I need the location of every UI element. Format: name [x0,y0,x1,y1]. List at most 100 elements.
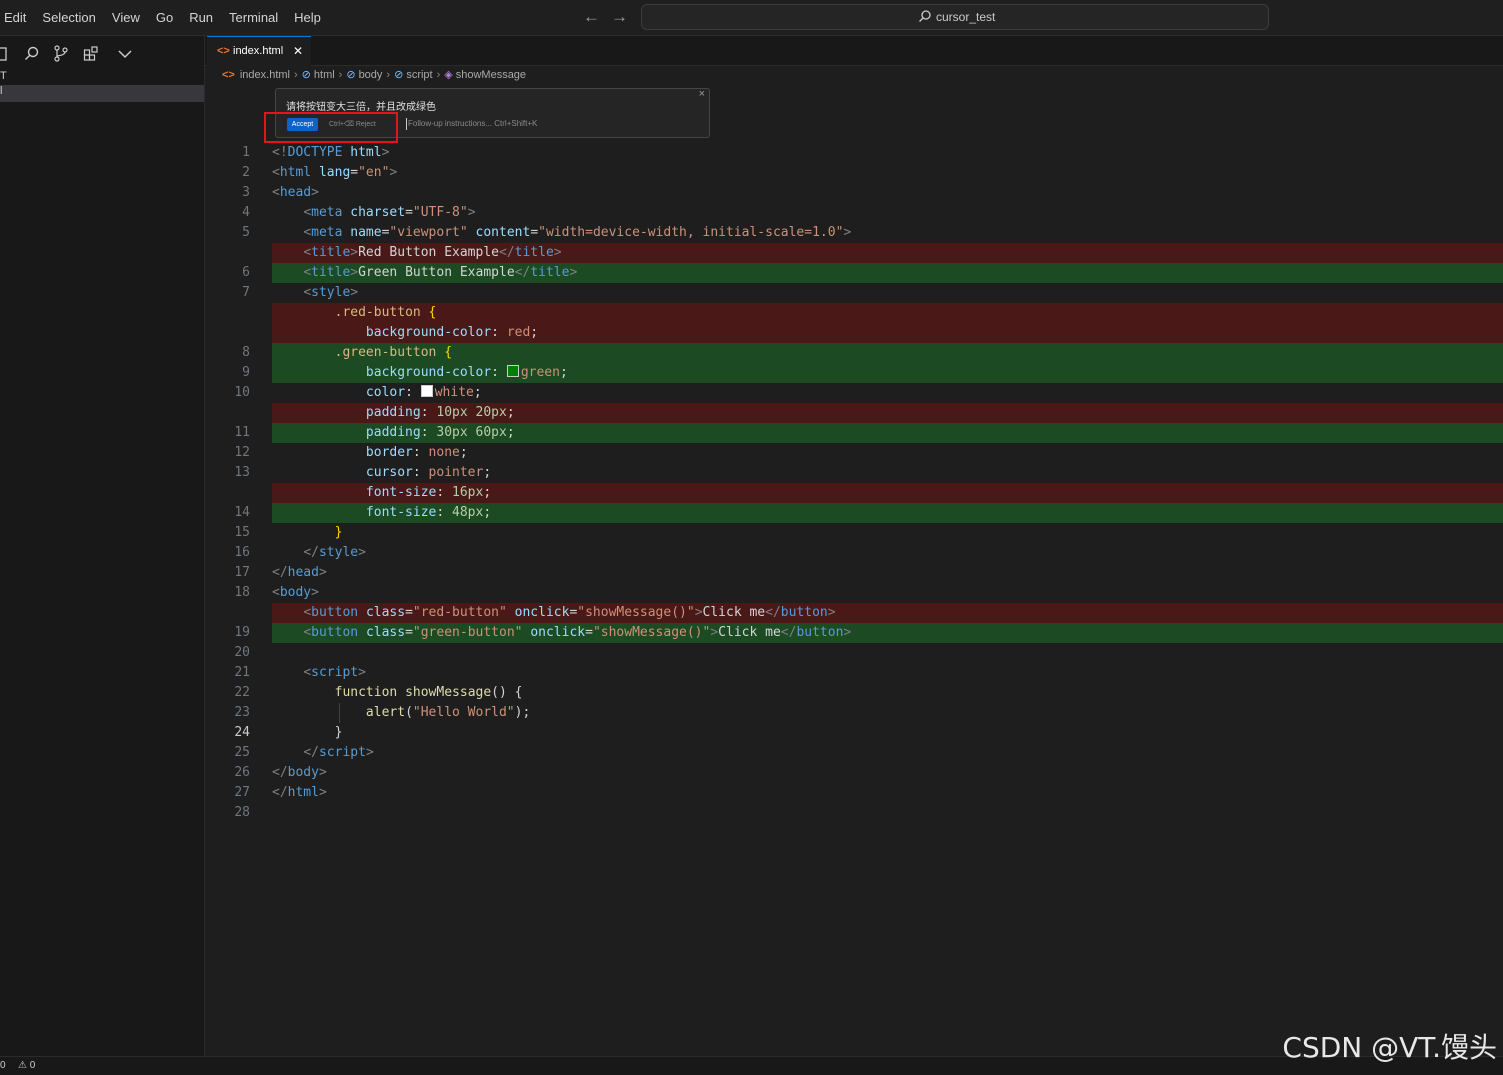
code-line[interactable]: 28 [205,803,1503,823]
code-line[interactable]: 20 [205,643,1503,663]
line-number: 2 [242,165,250,180]
diff-added-line[interactable]: 19 <button class="green-button" onclick=… [205,623,1503,643]
line-text: font-size: 48px; [272,503,1503,523]
line-number: 13 [234,465,250,480]
line-text: } [272,725,343,740]
breadcrumb-item-body[interactable]: body [359,69,383,81]
breadcrumb-item-file[interactable]: index.html [240,69,290,81]
sidebar-item[interactable]: T [0,70,7,82]
line-text: <html lang="en"> [272,165,398,180]
line-number: 20 [234,645,250,660]
line-number: 6 [242,265,250,280]
editor-tabs: <> index.html ✕ [205,36,1503,67]
extensions-icon[interactable] [83,45,100,63]
followup-input[interactable]: Follow-up instructions... Ctrl+Shift+K [406,118,537,130]
menu-terminal[interactable]: Terminal [229,10,278,25]
diff-removed-line[interactable]: <title>Red Button Example</title> [205,243,1503,263]
source-control-icon[interactable] [53,45,69,63]
line-number: 21 [234,665,250,680]
code-line[interactable]: 17 </head> [205,563,1503,583]
files-icon[interactable] [0,45,10,63]
diff-added-line[interactable]: 14 font-size: 48px; [205,503,1503,523]
command-center-search[interactable]: cursor_test [641,4,1269,30]
line-text: <title>Red Button Example</title> [272,243,1503,263]
code-line[interactable]: 10 color: white; [205,383,1503,403]
line-text: </style> [303,545,366,560]
chevron-down-icon[interactable] [117,45,133,63]
close-icon[interactable]: ✕ [293,44,303,58]
line-text: .red-button { [272,303,1503,323]
code-line[interactable]: 5 <meta name="viewport" content="width=d… [205,223,1503,243]
menu-go[interactable]: Go [156,10,173,25]
close-icon[interactable]: × [699,88,705,100]
back-arrow-icon[interactable]: ← [583,7,600,27]
code-line[interactable]: 4 <meta charset="UTF-8"> [205,203,1503,223]
code-line[interactable]: 7 <style> [205,283,1503,303]
line-text: <style> [303,285,359,300]
code-line[interactable]: 3 <head> [205,183,1503,203]
line-text: <button class="green-button" onclick="sh… [272,623,1503,643]
title-bar: Edit Selection View Go Run Terminal Help… [0,0,1503,36]
code-line[interactable]: 18 <body> [205,583,1503,603]
line-text: alert("Hello World"); [365,705,531,720]
tab-index-html[interactable]: <> index.html ✕ [207,36,311,67]
menu-run[interactable]: Run [189,10,213,25]
status-problems[interactable]: ⚠ 0 [18,1060,35,1071]
menu-bar: Edit Selection View Go Run Terminal Help [4,0,337,35]
breadcrumb-item-function[interactable]: showMessage [456,69,526,81]
code-line[interactable]: 23 alert("Hello World"); [205,703,1503,723]
chevron-right-icon: › [386,68,391,81]
function-icon: ◈ [444,69,453,81]
code-line[interactable]: 12 border: none; [205,443,1503,463]
line-number: 28 [234,805,250,820]
diff-added-line[interactable]: 9 background-color: green; [205,363,1503,383]
line-text: <!DOCTYPE html> [272,145,390,160]
tab-label: index.html [233,45,284,57]
line-number: 9 [242,365,250,380]
diff-removed-line[interactable]: font-size: 16px; [205,483,1503,503]
forward-arrow-icon[interactable]: → [611,7,628,27]
menu-edit[interactable]: Edit [4,10,26,25]
menu-selection[interactable]: Selection [42,10,95,25]
search-icon [919,10,931,22]
line-text: <meta name="viewport" content="width=dev… [303,225,852,240]
diff-removed-line[interactable]: <button class="red-button" onclick="show… [205,603,1503,623]
prompt-text: 请将按钮变大三倍，并且改成绿色 [286,102,436,113]
code-line[interactable]: 16 </style> [205,543,1503,563]
line-text: background-color: green; [272,363,1503,383]
search-icon[interactable] [24,45,40,63]
menu-view[interactable]: View [112,10,140,25]
line-text: <script> [303,665,366,680]
line-number: 27 [234,785,250,800]
line-text: </head> [272,565,327,580]
code-line[interactable]: 24 } [205,723,1503,743]
status-remote[interactable]: 0 [0,1060,6,1071]
breadcrumb-item-script[interactable]: script [406,69,432,81]
line-number: 26 [234,765,250,780]
diff-removed-line[interactable]: padding: 10px 20px; [205,403,1503,423]
diff-added-line[interactable]: 11 padding: 30px 60px; [205,423,1503,443]
code-line[interactable]: 13 cursor: pointer; [205,463,1503,483]
diff-removed-line[interactable]: .red-button { [205,303,1503,323]
code-line[interactable]: 15 } [205,523,1503,543]
code-line[interactable]: 27 </html> [205,783,1503,803]
diff-added-line[interactable]: 8 .green-button { [205,343,1503,363]
diff-removed-line[interactable]: background-color: red; [205,323,1503,343]
line-number: 4 [242,205,250,220]
breadcrumb-item-html[interactable]: html [314,69,335,81]
menu-help[interactable]: Help [294,10,321,25]
element-icon: ⊘ [346,69,356,81]
code-line[interactable]: 22 function showMessage() { [205,683,1503,703]
code-line[interactable]: 26 </body> [205,763,1503,783]
code-line[interactable]: 1 <!DOCTYPE html> [205,143,1503,163]
code-line[interactable]: 21 <script> [205,663,1503,683]
sidebar-item-selected[interactable]: l [0,85,204,102]
line-number: 18 [234,585,250,600]
line-number: 23 [234,705,250,720]
diff-added-line[interactable]: 6 <title>Green Button Example</title> [205,263,1503,283]
code-line[interactable]: 2 <html lang="en"> [205,163,1503,183]
line-text: } [334,525,343,540]
line-text: </html> [272,785,327,800]
html-file-icon: <> [217,45,230,57]
code-line[interactable]: 25 </script> [205,743,1503,763]
